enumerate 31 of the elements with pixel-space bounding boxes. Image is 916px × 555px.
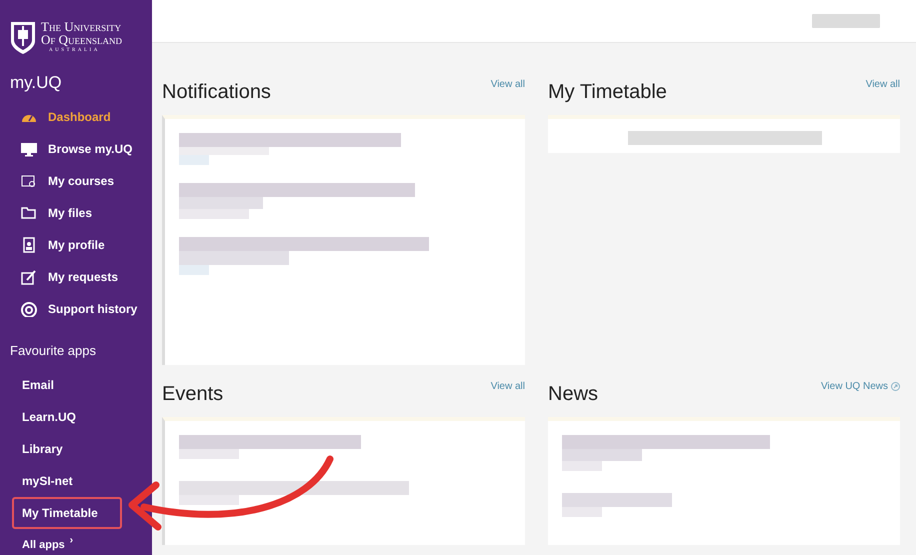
- folder-search-icon: [20, 173, 38, 190]
- view-all-link[interactable]: View UQ News: [820, 377, 900, 394]
- nav-link[interactable]: Dashboard: [0, 101, 152, 134]
- panel-heading: My Timetable: [548, 80, 667, 105]
- all-apps-link[interactable]: All apps ›: [22, 531, 152, 555]
- app-link[interactable]: Learn.UQ: [22, 401, 76, 434]
- nav-link[interactable]: My requests: [0, 261, 152, 294]
- panel-heading: Events: [162, 382, 224, 407]
- panel-heading: News: [548, 382, 598, 407]
- app-title: my.UQ: [9, 72, 63, 94]
- nav-link[interactable]: My profile: [0, 229, 152, 262]
- external-link-icon: [891, 382, 900, 391]
- nav-link[interactable]: My courses: [0, 165, 152, 198]
- caret-icon: ›: [70, 537, 74, 546]
- app-link[interactable]: mySI-net: [22, 465, 73, 498]
- panel-heading: Notifications: [162, 80, 271, 105]
- edit-icon: [20, 269, 38, 286]
- blurred-text: [812, 14, 880, 28]
- nav-link[interactable]: Browse my.UQ: [0, 133, 152, 166]
- monitor-icon: [20, 141, 38, 158]
- crest-icon: [10, 20, 36, 55]
- blurred-text: [179, 209, 249, 219]
- nav-link[interactable]: My files: [0, 197, 152, 230]
- logo-text: Of Queensland: [41, 33, 122, 46]
- app-link[interactable]: Library: [22, 433, 63, 466]
- app-link[interactable]: Email: [22, 369, 54, 402]
- section-heading: Favourite apps: [9, 342, 97, 360]
- app-link[interactable]: My Timetable: [12, 497, 122, 530]
- nav-link[interactable]: Support history: [0, 293, 152, 326]
- folder-icon: [20, 205, 38, 222]
- logo-text: The University: [41, 20, 122, 34]
